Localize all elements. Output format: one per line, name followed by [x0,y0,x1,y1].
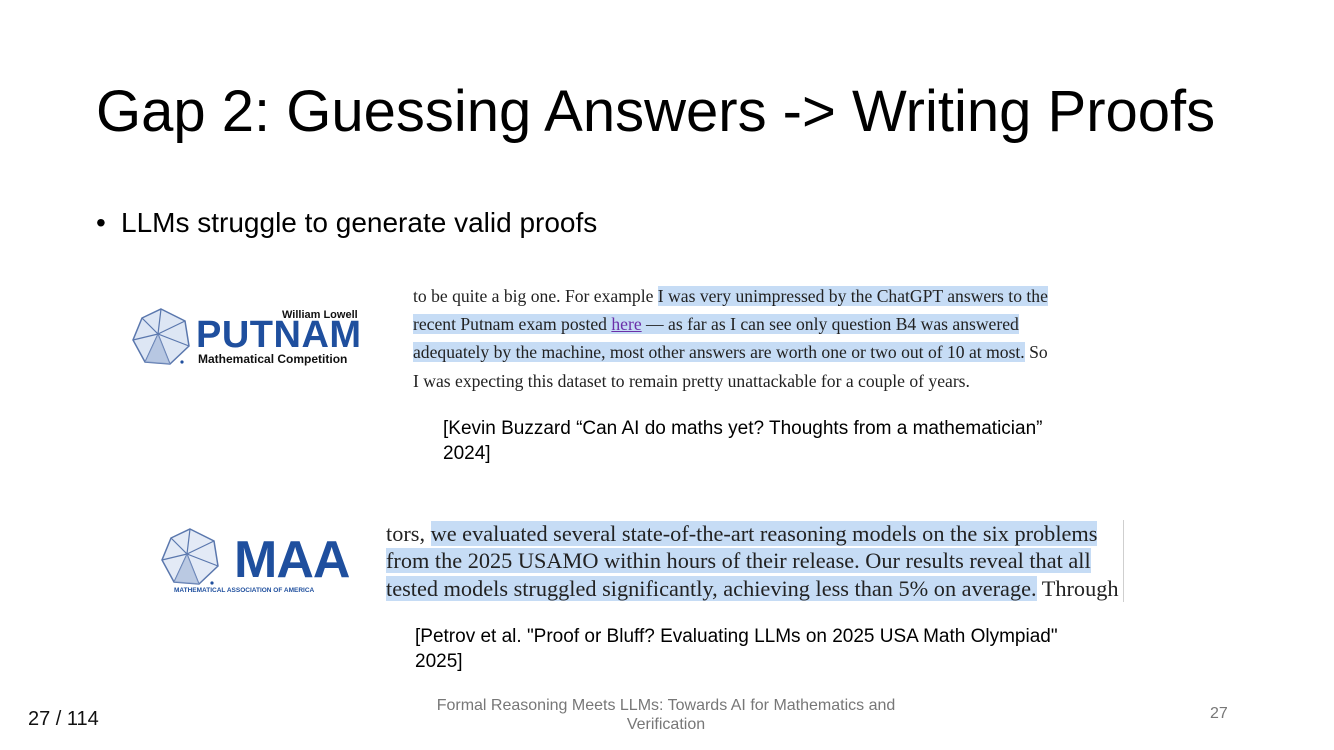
citation-line: 2025] [415,651,463,672]
bullet-item: • LLMs struggle to generate valid proofs [96,204,597,242]
excerpt-line: tors, we evaluated several state-of-the-… [386,520,1119,547]
slide-number: 27 [1210,705,1228,722]
bullet-dot-icon: • [96,207,106,238]
citation-petrov: [Petrov et al. "Proof or Bluff? Evaluati… [415,624,1155,674]
maa-logo: MAA MATHEMATICAL ASSOCIATION OF AMERICA [158,524,350,604]
excerpt-highlight: from the 2025 USAMO within hours of thei… [386,548,1091,574]
excerpt-highlight: adequately by the machine, most other an… [413,342,1025,363]
excerpt-line: I was expecting this dataset to remain p… [413,367,1048,395]
excerpt-highlight: we evaluated several state-of-the-art re… [430,521,1098,546]
putnam-main-text: PUTNAM [196,314,362,356]
polyhedron-icon [161,528,219,585]
maa-main-text: MAA [234,531,350,589]
excerpt-line: tested models struggled significantly, a… [386,575,1119,602]
usamo-excerpt: tors, we evaluated several state-of-the-… [386,520,1124,603]
putnam-sub-text: Mathematical Competition [198,352,348,366]
excerpt-text: tors, [386,521,431,546]
citation-line: 2024] [443,443,491,464]
excerpt-highlight: recent Putnam exam posted [413,314,612,335]
excerpt-line: from the 2025 USAMO within hours of thei… [386,547,1119,574]
excerpt-line: recent Putnam exam posted here — as far … [413,310,1048,338]
excerpt-text: Through [1036,575,1119,601]
excerpt-text: to be quite a big one. For example [413,286,658,306]
excerpt-highlight: I was very unimpressed by the ChatGPT an… [657,286,1048,306]
here-link[interactable]: here [611,314,642,335]
citation-buzzard: [Kevin Buzzard “Can AI do maths yet? Tho… [443,416,1143,466]
citation-line: [Kevin Buzzard “Can AI do maths yet? Tho… [443,418,1043,439]
maa-sub-text: MATHEMATICAL ASSOCIATION OF AMERICA [174,587,315,594]
polyhedron-icon [132,308,190,365]
citation-line: [Petrov et al. "Proof or Bluff? Evaluati… [415,626,1058,647]
excerpt-line: adequately by the machine, most other an… [413,338,1048,366]
buzzard-excerpt: to be quite a big one. For example I was… [413,282,1048,395]
putnam-logo: William Lowell PUTNAM Mathematical Compe… [130,306,362,368]
excerpt-text: I was expecting this dataset to remain p… [413,370,970,391]
excerpt-line: to be quite a big one. For example I was… [413,282,1048,310]
page-counter: 27 / 114 [28,708,99,730]
footer-title: Formal Reasoning Meets LLMs: Towards AI … [436,697,896,733]
excerpt-highlight: — as far as I can see only question B4 w… [641,314,1019,335]
slide-title: Gap 2: Guessing Answers -> Writing Proof… [96,79,1216,144]
excerpt-highlight: tested models struggled significantly, a… [386,575,1037,601]
excerpt-text: So [1024,342,1048,363]
bullet-text: LLMs struggle to generate valid proofs [121,207,598,238]
